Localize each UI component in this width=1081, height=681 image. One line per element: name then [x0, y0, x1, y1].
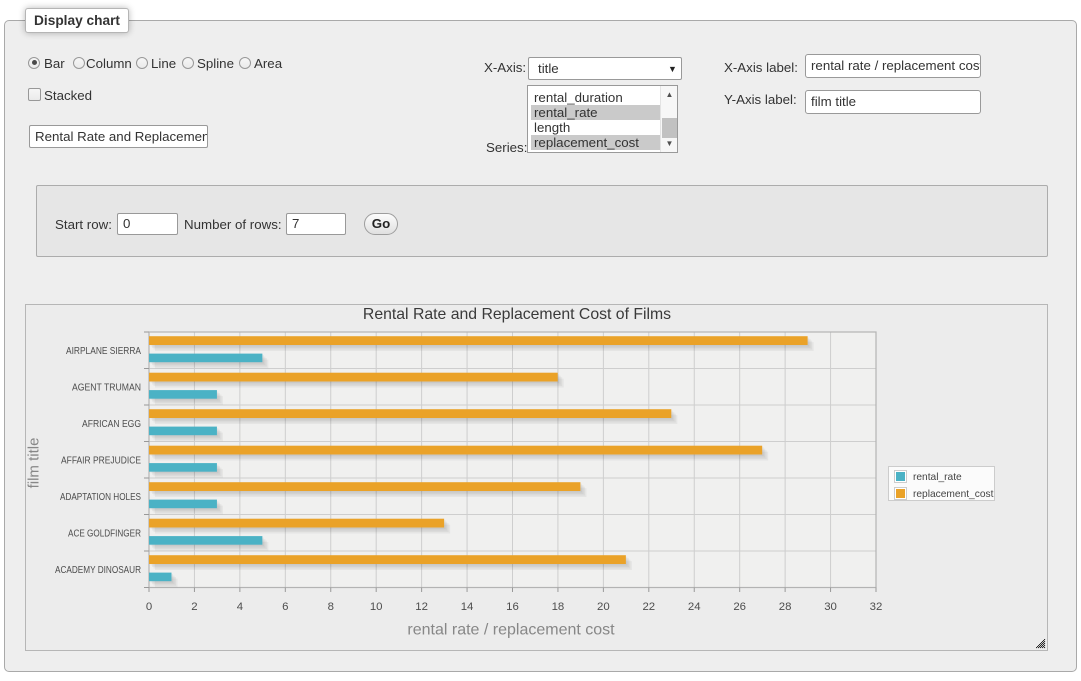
svg-text:14: 14 [461, 601, 474, 613]
svg-text:16: 16 [506, 601, 519, 613]
svg-text:ACADEMY DINOSAUR: ACADEMY DINOSAUR [55, 565, 141, 576]
svg-text:28: 28 [779, 601, 792, 613]
svg-text:AFFAIR PREJUDICE: AFFAIR PREJUDICE [61, 455, 141, 466]
svg-text:ACE GOLDFINGER: ACE GOLDFINGER [68, 528, 141, 539]
svg-text:2: 2 [191, 601, 197, 613]
svg-text:rental rate / replacement cost: rental rate / replacement cost [407, 622, 615, 639]
svg-text:8: 8 [328, 601, 334, 613]
svg-text:AFRICAN EGG: AFRICAN EGG [82, 419, 141, 430]
svg-text:22: 22 [642, 601, 655, 613]
svg-text:0: 0 [146, 601, 152, 613]
svg-text:ADAPTATION HOLES: ADAPTATION HOLES [60, 492, 141, 503]
svg-text:18: 18 [552, 601, 565, 613]
svg-text:film title: film title [26, 438, 43, 489]
svg-text:30: 30 [824, 601, 837, 613]
svg-text:20: 20 [597, 601, 610, 613]
svg-text:6: 6 [282, 601, 288, 613]
svg-text:AIRPLANE SIERRA: AIRPLANE SIERRA [66, 346, 141, 357]
svg-text:12: 12 [415, 601, 428, 613]
svg-text:AGENT TRUMAN: AGENT TRUMAN [72, 382, 141, 393]
svg-text:4: 4 [237, 601, 243, 613]
svg-text:24: 24 [688, 601, 701, 613]
svg-text:Rental Rate and Replacement Co: Rental Rate and Replacement Cost of Film… [363, 306, 671, 323]
svg-text:26: 26 [733, 601, 746, 613]
svg-text:32: 32 [870, 601, 883, 613]
svg-text:10: 10 [370, 601, 383, 613]
